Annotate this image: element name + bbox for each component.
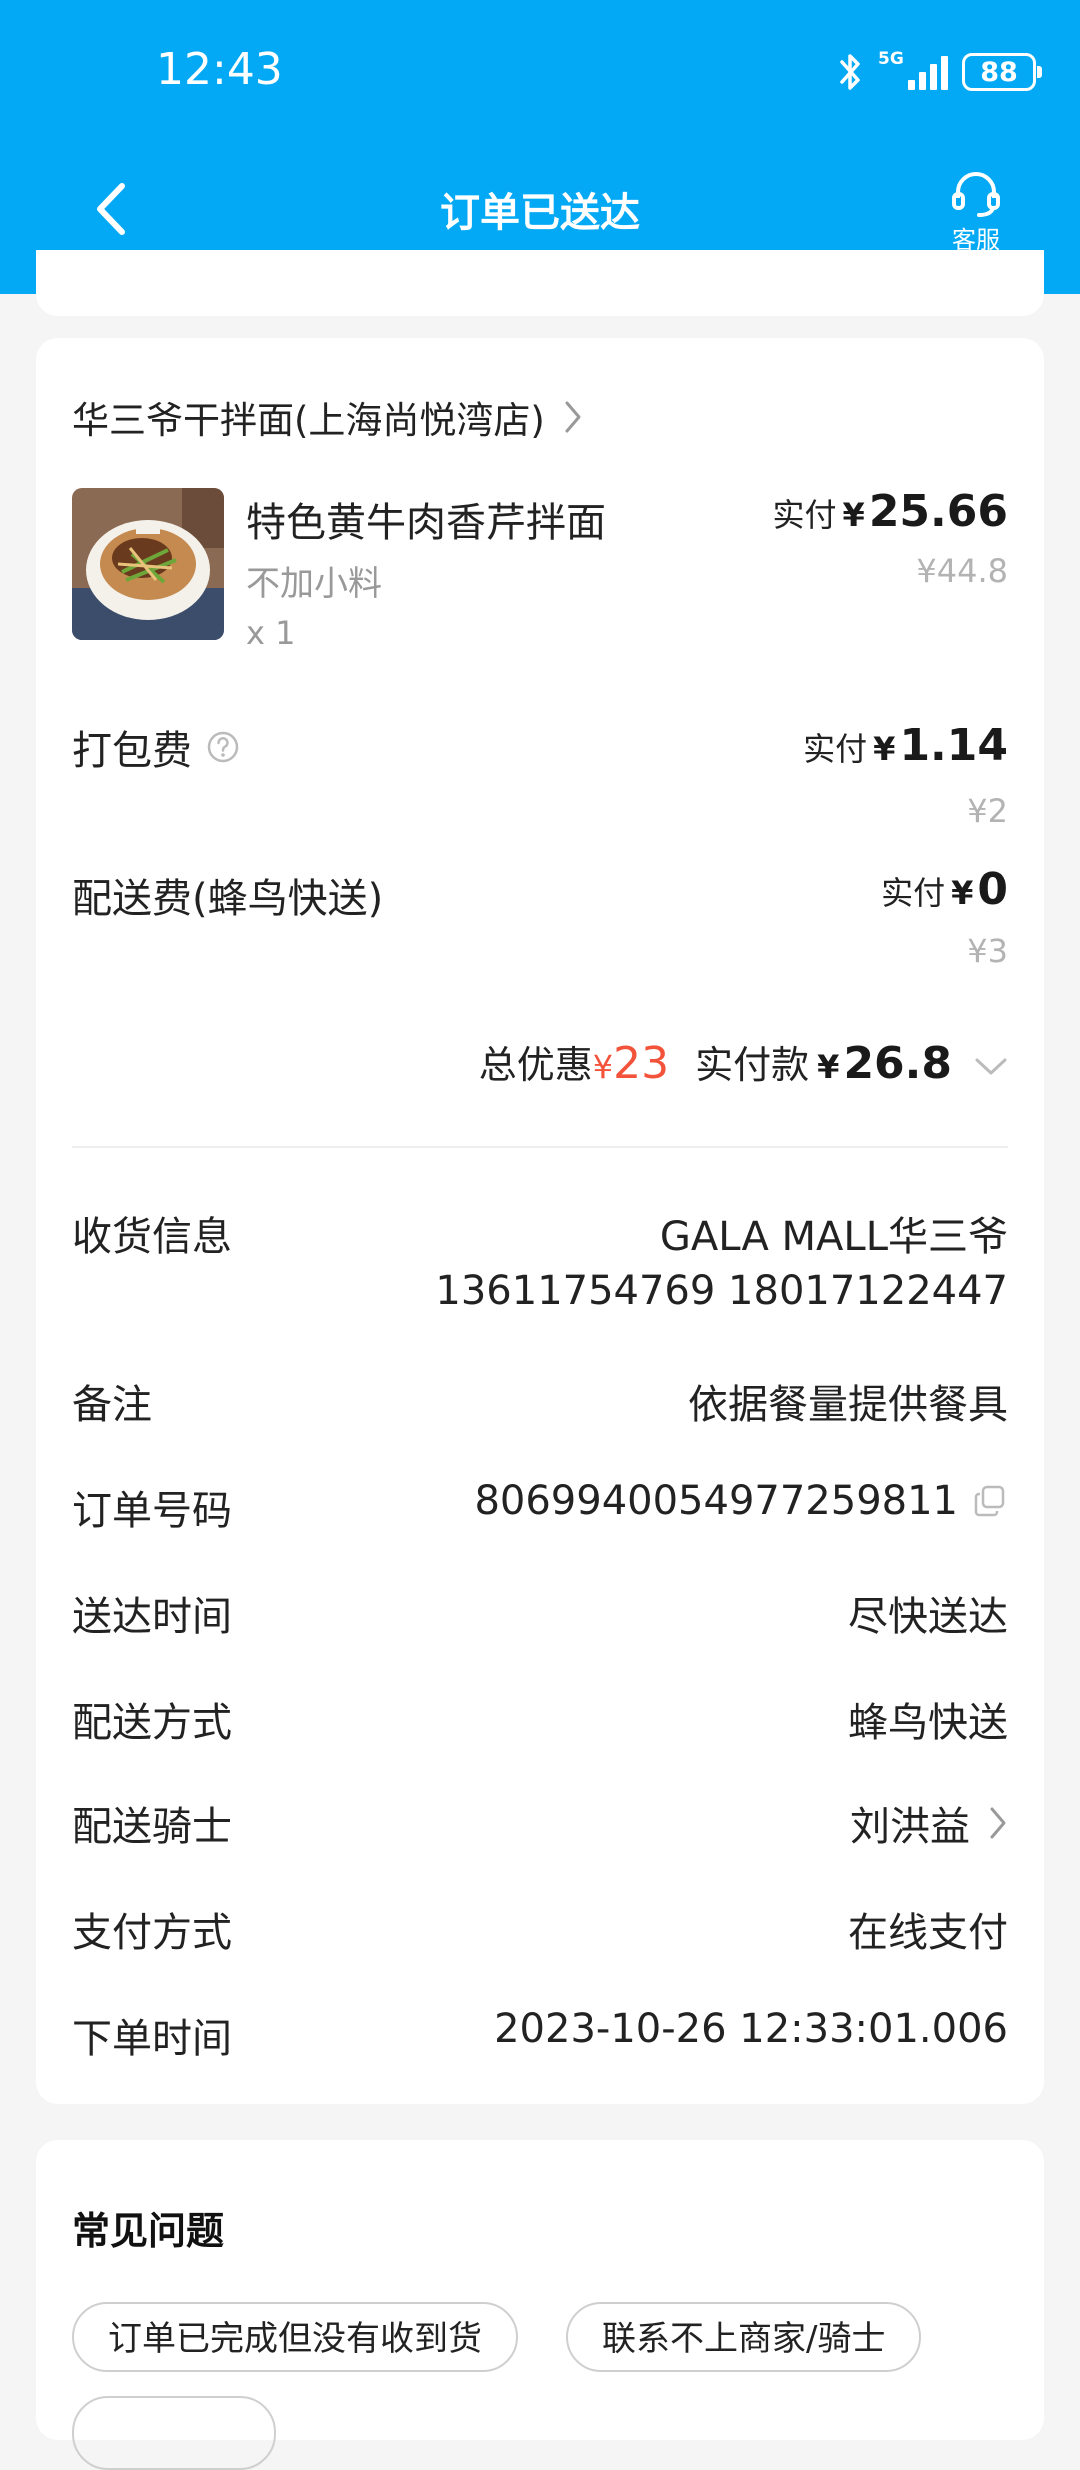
battery-icon: 88 bbox=[962, 53, 1042, 91]
receiver-info-row: 收货信息 GALA MALL华三爷 13611754769 1801712244… bbox=[72, 1204, 1008, 1324]
food-name: 特色黄牛肉香芹拌面 bbox=[246, 500, 606, 546]
rider-name: 刘洪益 bbox=[850, 1804, 970, 1850]
faq-chip-not-received[interactable]: 订单已完成但没有收到货 bbox=[72, 2302, 518, 2372]
order-detail-card: 华三爷干拌面(上海尚悦湾店) 特色黄牛肉香芹拌面 不加小料 x 1 实付 ¥ 2… bbox=[36, 338, 1044, 2104]
faq-card: 常见问题 订单已完成但没有收到货 联系不上商家/骑士 bbox=[36, 2140, 1044, 2470]
faq-chip-more[interactable] bbox=[72, 2396, 276, 2470]
delivery-fee-original: ¥3 bbox=[967, 932, 1008, 970]
food-spec: 不加小料 bbox=[246, 564, 382, 604]
copy-icon[interactable] bbox=[972, 1483, 1008, 1519]
status-icons: 5G 88 bbox=[836, 46, 1042, 98]
shop-name: 华三爷干拌面(上海尚悦湾店) bbox=[72, 399, 545, 442]
item-paid-price: 实付 ¥ 25.66 bbox=[772, 486, 1008, 537]
status-time: 12:43 bbox=[156, 44, 283, 95]
previous-card bbox=[36, 250, 1044, 316]
chevron-right-icon bbox=[990, 1807, 1006, 1839]
divider bbox=[72, 1146, 1008, 1148]
faq-chip-cannot-contact[interactable]: 联系不上商家/骑士 bbox=[566, 2302, 922, 2372]
food-quantity: x 1 bbox=[246, 614, 296, 652]
cellular-signal-icon: 5G bbox=[878, 50, 948, 94]
order-number: 8069940054977259811 bbox=[474, 1478, 958, 1524]
food-image[interactable] bbox=[72, 488, 224, 640]
delivery-fee-label: 配送费(蜂鸟快送) bbox=[72, 876, 384, 922]
customer-service-button[interactable]: 客服 bbox=[926, 170, 1026, 260]
paid-total-amount: 26.8 bbox=[843, 1038, 952, 1089]
delivery-fee-paid: 实付 ¥ 0 bbox=[881, 864, 1008, 915]
paid-total-label: 实付款 bbox=[695, 1043, 810, 1087]
receiver-name: GALA MALL华三爷 bbox=[659, 1214, 1008, 1260]
page-title: 订单已送达 bbox=[440, 190, 640, 236]
discount-label: 总优惠 bbox=[478, 1043, 593, 1087]
battery-level: 88 bbox=[980, 56, 1018, 88]
packing-fee-label: 打包费 bbox=[72, 718, 240, 776]
packing-fee-paid: 实付 ¥ 1.14 bbox=[803, 720, 1008, 771]
chevron-down-icon bbox=[975, 1058, 1007, 1075]
bluetooth-icon bbox=[840, 54, 860, 90]
question-help-icon[interactable] bbox=[206, 730, 240, 764]
chevron-right-icon bbox=[565, 401, 581, 433]
order-total-row[interactable]: 总优惠 ¥23 实付款 ¥ 26.8 bbox=[479, 1034, 1008, 1089]
receiver-phones: 13611754769 18017122447 bbox=[435, 1268, 1008, 1314]
headset-icon bbox=[952, 172, 1000, 217]
item-original-price: ¥44.8 bbox=[916, 552, 1008, 590]
shop-link[interactable]: 华三爷干拌面(上海尚悦湾店) bbox=[72, 390, 583, 444]
faq-title: 常见问题 bbox=[72, 2209, 225, 2253]
discount-amount: ¥23 bbox=[592, 1038, 670, 1089]
packing-fee-original: ¥2 bbox=[967, 792, 1008, 830]
